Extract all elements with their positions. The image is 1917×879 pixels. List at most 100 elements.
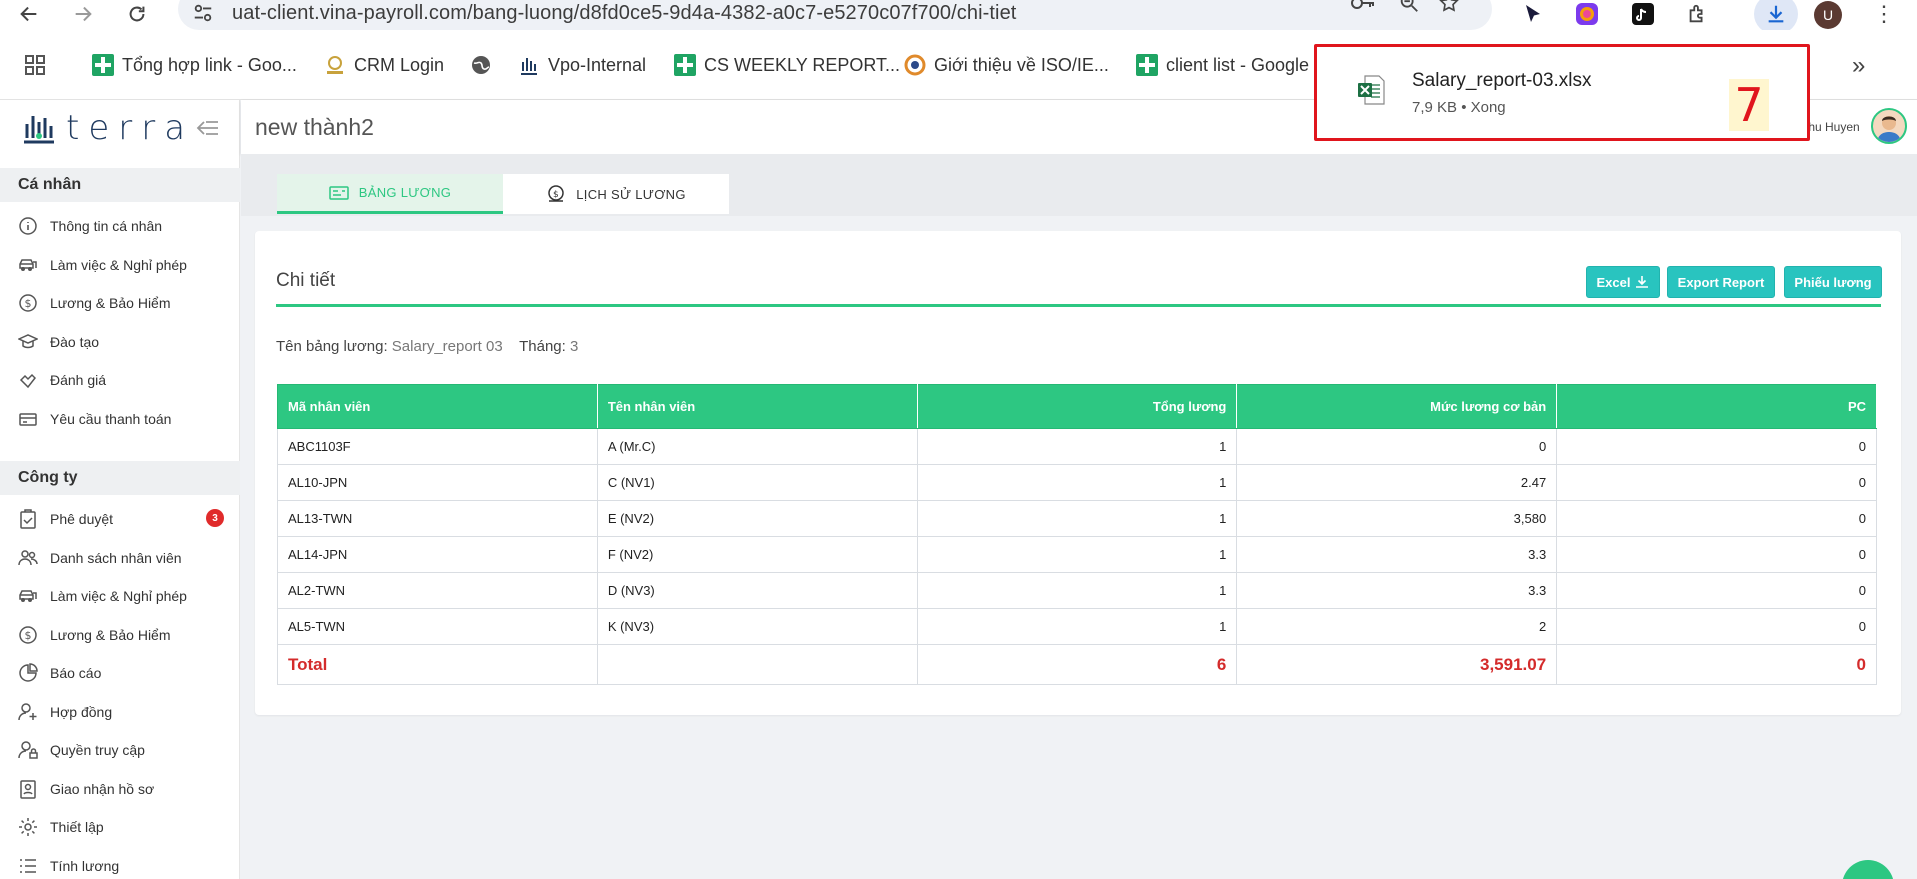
sidebar-item-reports[interactable]: Báo cáo xyxy=(18,661,228,685)
forward-arrow-icon[interactable] xyxy=(68,0,98,28)
section-company: Công ty xyxy=(0,461,240,495)
bookmark-item[interactable]: Vpo-Internal xyxy=(518,52,646,78)
sidebar-item-documents[interactable]: Giao nhận hồ sơ xyxy=(18,777,228,801)
total-salary-sum: 6 xyxy=(916,644,1238,685)
header-employee-name[interactable]: Tên nhân viên xyxy=(596,384,918,429)
header-allowance[interactable]: PC xyxy=(1556,384,1877,429)
browser-menu-icon[interactable]: ⋮ xyxy=(1872,0,1896,28)
bookmark-item[interactable]: CRM Login xyxy=(324,52,444,78)
sidebar-item-review[interactable]: Đánh giá xyxy=(18,368,228,392)
payslip-button[interactable]: Phiếu lương xyxy=(1784,266,1882,298)
downloads-button[interactable] xyxy=(1754,0,1798,34)
cell-employee-id: AL13-TWN xyxy=(277,500,598,537)
header-employee-id[interactable]: Mã nhân viên xyxy=(277,384,598,429)
cell-employee-name: F (NV2) xyxy=(596,536,918,573)
bookmark-item[interactable] xyxy=(470,52,500,78)
more-bookmarks-icon[interactable]: » xyxy=(1852,52,1865,80)
chat-button[interactable] xyxy=(1842,860,1894,879)
approval-count-badge: 3 xyxy=(206,509,224,527)
cell-base-salary: 0 xyxy=(1236,428,1558,465)
back-arrow-icon[interactable] xyxy=(14,0,44,28)
zoom-icon[interactable] xyxy=(1394,0,1424,16)
download-file-name[interactable]: Salary_report-03.xlsx xyxy=(1412,70,1592,92)
download-popup[interactable]: Salary_report-03.xlsx 7,9 KB • Xong 7 xyxy=(1314,44,1810,141)
cell-employee-id: AL10-JPN xyxy=(277,464,598,501)
cell-total-salary: 1 xyxy=(916,536,1238,573)
terra-logo[interactable]: terra xyxy=(22,108,194,148)
sidebar-item-contracts[interactable]: Hợp đồng xyxy=(18,700,228,724)
table-row[interactable]: AL5-TWN K (NV3) 1 2 0 xyxy=(277,608,1877,645)
color-extension-icon[interactable] xyxy=(1572,0,1602,28)
download-icon xyxy=(1636,276,1649,288)
table-row[interactable]: AL13-TWN E (NV2) 1 3,580 0 xyxy=(277,500,1877,537)
review-icon xyxy=(19,373,36,389)
crm-icon xyxy=(327,56,343,74)
apps-grid-icon[interactable] xyxy=(24,52,46,78)
user-lock-icon xyxy=(18,741,38,759)
bookmark-item[interactable]: Tổng hợp link - Goo... xyxy=(92,52,297,78)
export-report-button[interactable]: Export Report xyxy=(1667,266,1775,298)
header-base-salary[interactable]: Mức lương cơ bản xyxy=(1236,384,1558,429)
extensions-puzzle-icon[interactable] xyxy=(1682,0,1712,28)
key-icon[interactable] xyxy=(1348,0,1378,16)
sidebar-item-settings[interactable]: Thiết lập xyxy=(18,815,228,839)
sidebar-item-work-leave[interactable]: Làm việc & Nghỉ phép xyxy=(18,253,228,277)
table-row[interactable]: AL10-JPN C (NV1) 1 2.47 0 xyxy=(277,464,1877,501)
cell-employee-name: K (NV3) xyxy=(596,608,918,645)
sheets-icon xyxy=(92,54,114,76)
site-settings-icon[interactable] xyxy=(192,2,214,24)
cell-total-salary: 1 xyxy=(916,500,1238,537)
sidebar-item-approval[interactable]: Phê duyệt 3 xyxy=(18,507,228,531)
bookmark-item[interactable]: CS WEEKLY REPORT... xyxy=(674,52,900,78)
total-allowance-sum: 0 xyxy=(1556,644,1877,685)
cursor-extension-icon[interactable] xyxy=(1518,0,1548,28)
star-icon[interactable] xyxy=(1434,0,1464,16)
sidebar-item-employee-list[interactable]: Danh sách nhân viên xyxy=(18,546,228,570)
sheets-icon xyxy=(674,54,696,76)
table-row[interactable]: AL2-TWN D (NV3) 1 3.3 0 xyxy=(277,572,1877,609)
collapse-sidebar-icon[interactable] xyxy=(196,118,220,138)
cell-allowance: 0 xyxy=(1556,500,1877,537)
sidebar-item-company-work-leave[interactable]: Làm việc & Nghỉ phép xyxy=(18,584,228,608)
avatar[interactable] xyxy=(1871,108,1907,144)
money-icon: $ xyxy=(19,626,37,644)
car-icon xyxy=(19,259,37,271)
table-row[interactable]: ABC1103F A (Mr.C) 1 0 0 xyxy=(277,428,1877,465)
url-text[interactable]: uat-client.vina-payroll.com/bang-luong/d… xyxy=(232,2,1016,25)
cell-total-salary: 1 xyxy=(916,608,1238,645)
tab-payroll-table[interactable]: BẢNG LƯƠNG xyxy=(277,174,503,214)
cell-employee-id: AL2-TWN xyxy=(277,572,598,609)
total-row: Total 6 3,591.07 0 xyxy=(277,644,1877,685)
reload-icon[interactable] xyxy=(122,0,152,28)
tab-salary-history[interactable]: $ LỊCH SỬ LƯƠNG xyxy=(503,174,729,214)
sidebar-item-payment-request[interactable]: Yêu cầu thanh toán xyxy=(18,407,228,431)
info-icon xyxy=(19,217,37,235)
cell-employee-name: D (NV3) xyxy=(596,572,918,609)
profile-avatar[interactable]: U xyxy=(1814,1,1842,29)
address-bar[interactable]: uat-client.vina-payroll.com/bang-luong/d… xyxy=(178,0,1492,30)
cell-employee-id: AL5-TWN xyxy=(277,608,598,645)
page-title: new thành2 xyxy=(255,114,374,140)
total-base-salary-sum: 3,591.07 xyxy=(1236,644,1558,685)
pie-icon xyxy=(19,663,38,682)
table-row[interactable]: AL14-JPN F (NV2) 1 3.3 0 xyxy=(277,536,1877,573)
header-total-salary[interactable]: Tổng lương xyxy=(916,384,1238,429)
profile-card-icon xyxy=(20,780,36,799)
sidebar-item-training[interactable]: Đào tạo xyxy=(18,330,228,354)
bookmark-item[interactable]: Giới thiệu về ISO/IE... xyxy=(904,52,1109,78)
cell-total-salary: 1 xyxy=(916,428,1238,465)
sidebar-item-salary-insurance[interactable]: $ Lương & Bảo Hiểm xyxy=(18,291,228,315)
sidebar-item-access-rights[interactable]: Quyền truy cập xyxy=(18,738,228,762)
excel-button[interactable]: Excel xyxy=(1586,266,1660,298)
sidebar-item-personal-info[interactable]: Thông tin cá nhân xyxy=(18,214,228,238)
bookmark-item[interactable]: client list - Google xyxy=(1136,52,1309,78)
annotation-number: 7 xyxy=(1729,79,1769,131)
sidebar-item-company-salary[interactable]: $ Lương & Bảo Hiểm xyxy=(18,623,228,647)
gear-icon xyxy=(19,818,37,836)
cell-allowance: 0 xyxy=(1556,536,1877,573)
sidebar-item-payroll-calc[interactable]: Tính lương xyxy=(18,854,228,878)
cell-employee-name: C (NV1) xyxy=(596,464,918,501)
cell-total-salary: 1 xyxy=(916,464,1238,501)
payment-icon xyxy=(19,413,37,426)
tiktok-extension-icon[interactable] xyxy=(1628,0,1658,28)
